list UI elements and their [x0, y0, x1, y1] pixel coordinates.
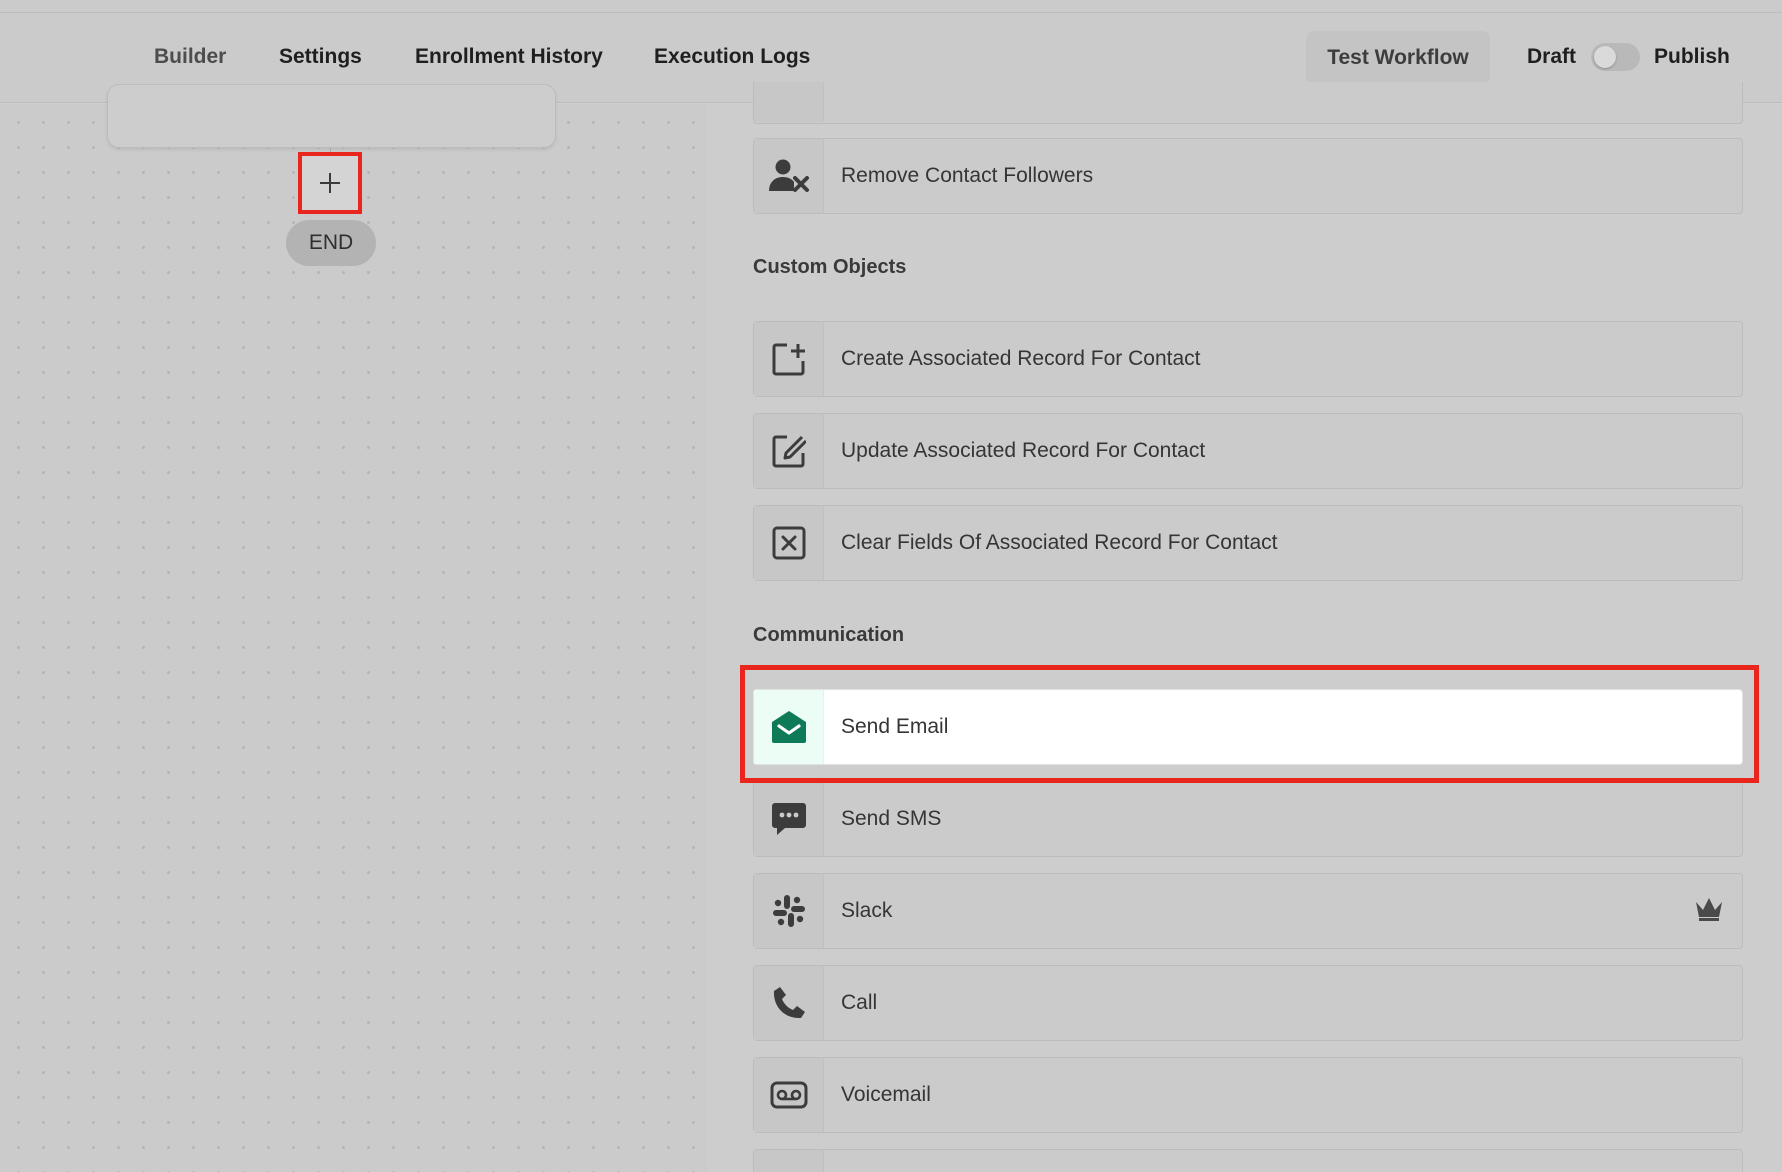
toggle-knob	[1594, 46, 1616, 68]
action-slack[interactable]: Slack	[753, 873, 1743, 949]
action-label: Update Associated Record For Contact	[841, 439, 1206, 462]
phone-icon	[754, 966, 824, 1040]
section-title-communication: Communication	[753, 624, 905, 646]
action-label: Remove Contact Followers	[841, 164, 1094, 187]
action-send-sms[interactable]: Send SMS	[753, 781, 1743, 857]
action-create-associated-record[interactable]: Create Associated Record For Contact	[753, 321, 1743, 397]
plus-icon	[320, 173, 340, 193]
action-label: Send SMS	[841, 807, 942, 830]
premium-crown-icon	[1694, 896, 1724, 922]
action-label: Send Email	[841, 715, 949, 738]
sms-icon	[754, 782, 824, 856]
action-call[interactable]: Call	[753, 965, 1743, 1041]
action-remove-contact-followers[interactable]: Remove Contact Followers	[753, 138, 1743, 214]
publish-toggle[interactable]	[1591, 43, 1640, 71]
email-icon	[754, 690, 824, 764]
partial-icon-box	[754, 1150, 824, 1172]
user-remove-icon	[754, 139, 824, 213]
action-update-associated-record[interactable]: Update Associated Record For Contact	[753, 413, 1743, 489]
workflow-canvas[interactable]: END	[0, 84, 707, 1172]
add-step-button[interactable]	[298, 152, 362, 214]
action-label: Call	[841, 991, 878, 1014]
workflow-step-card[interactable]	[107, 84, 556, 148]
clear-record-icon	[754, 506, 824, 580]
end-node: END	[286, 220, 376, 266]
voicemail-icon	[754, 1058, 824, 1132]
action-label: Voicemail	[841, 1083, 931, 1106]
action-label: Clear Fields Of Associated Record For Co…	[841, 531, 1278, 554]
partial-icon-box	[754, 82, 824, 122]
test-workflow-button[interactable]: Test Workflow	[1306, 31, 1490, 85]
action-label: Slack	[841, 899, 893, 922]
slack-icon	[754, 874, 824, 948]
action-row-partial[interactable]	[753, 82, 1743, 124]
action-voicemail[interactable]: Voicemail	[753, 1057, 1743, 1133]
action-row-partial-bottom[interactable]	[753, 1149, 1743, 1172]
action-send-email[interactable]: Send Email	[753, 689, 1743, 765]
action-label: Create Associated Record For Contact	[841, 347, 1201, 370]
create-record-icon	[754, 322, 824, 396]
section-title-custom-objects: Custom Objects	[753, 256, 907, 278]
action-clear-associated-record[interactable]: Clear Fields Of Associated Record For Co…	[753, 505, 1743, 581]
top-strip	[0, 0, 1782, 13]
edit-record-icon	[754, 414, 824, 488]
